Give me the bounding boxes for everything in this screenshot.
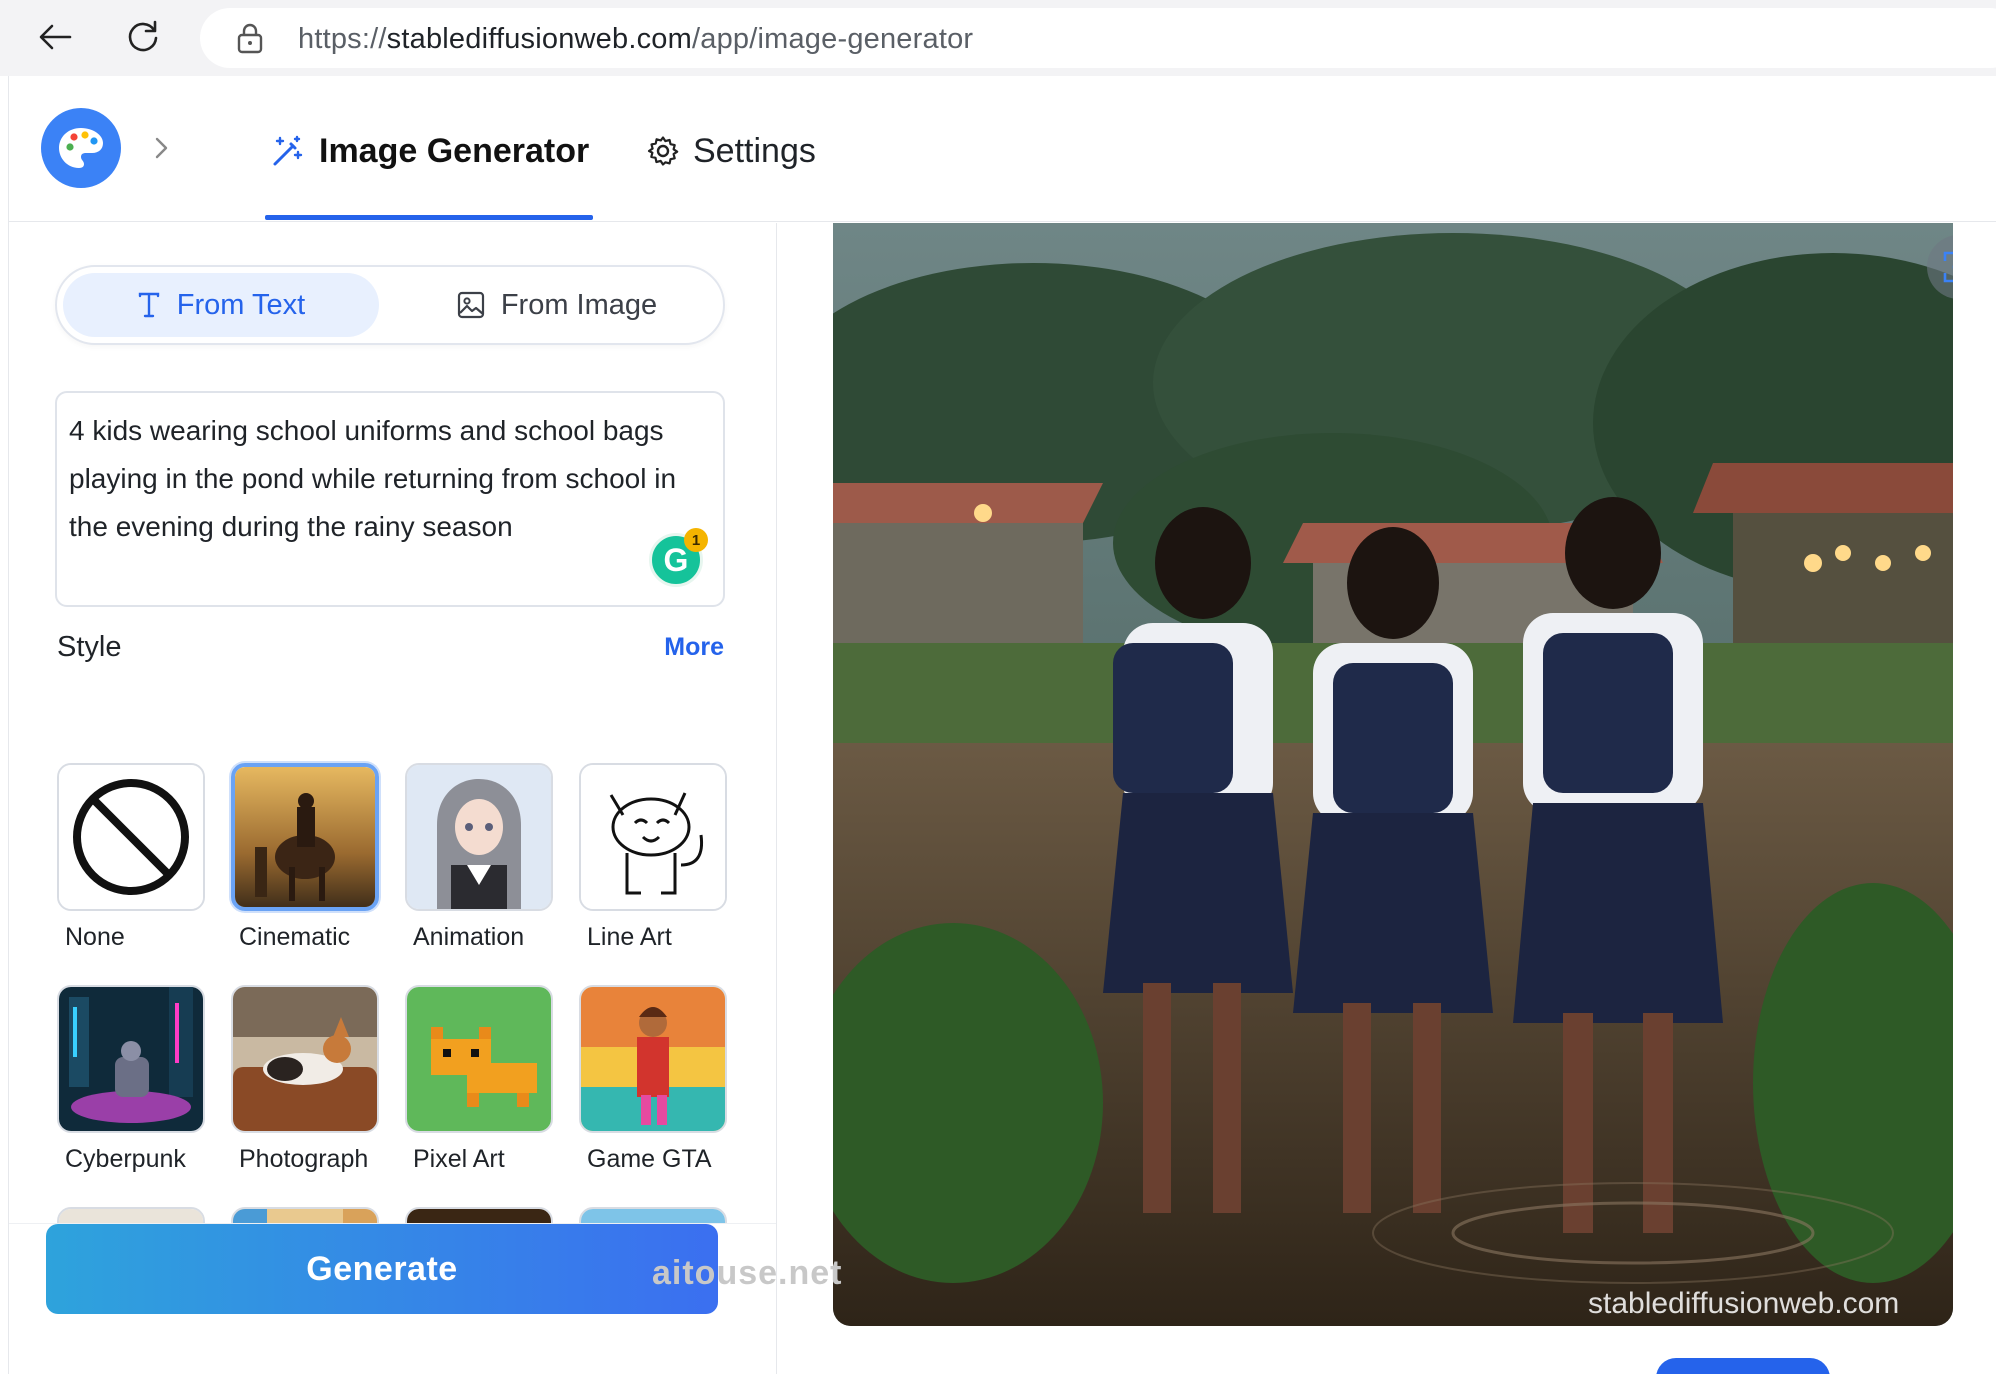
result-panel <box>778 223 1996 1374</box>
style-thumb-cinematic <box>231 763 379 911</box>
tab-settings-label: Settings <box>693 131 816 170</box>
style-name: Cinematic <box>239 923 351 951</box>
style-option-none[interactable]: None <box>57 763 205 952</box>
generated-image-scene <box>833 223 1953 1326</box>
style-thumb-cyberpunk <box>57 985 205 1133</box>
app-window: Image Generator Settings From Text From … <box>8 76 1996 1374</box>
gear-icon <box>647 136 679 166</box>
style-thumb-none <box>57 763 205 911</box>
tab-image-generator[interactable]: Image Generator <box>271 116 589 186</box>
from-text-label: From Text <box>176 288 306 321</box>
style-more-link[interactable]: More <box>664 633 724 662</box>
style-name: Game GTA <box>587 1145 712 1173</box>
cat-line-art-icon <box>581 765 725 909</box>
tab-image-generator-label: Image Generator <box>319 131 590 170</box>
reload-button[interactable] <box>118 12 168 62</box>
style-heading: Style <box>57 631 122 663</box>
reload-icon <box>128 20 158 52</box>
style-name: Cyberpunk <box>65 1145 186 1173</box>
action-button-partial[interactable] <box>1656 1358 1830 1374</box>
text-icon <box>138 292 159 318</box>
grammarly-icon: G <box>663 541 689 578</box>
style-option-line-art[interactable]: Line Art <box>579 763 727 952</box>
animation-thumbnail <box>407 765 551 909</box>
url-host: stablediffusionweb.com <box>386 23 692 55</box>
prohibited-icon <box>59 765 203 909</box>
app-logo[interactable] <box>41 108 121 188</box>
tab-settings[interactable]: Settings <box>647 116 816 186</box>
generate-button[interactable]: Generate <box>46 1224 718 1314</box>
style-name: Line Art <box>587 923 672 951</box>
cyberpunk-thumbnail <box>59 987 203 1131</box>
style-name: Photograph <box>239 1145 369 1173</box>
image-icon <box>457 291 484 319</box>
app-header: Image Generator Settings <box>9 76 1996 222</box>
style-thumb-line-art <box>579 763 727 911</box>
photograph-thumbnail <box>233 987 377 1131</box>
pixel-cat-thumbnail <box>407 987 551 1131</box>
palette-icon <box>59 128 103 168</box>
prompt-textarea[interactable]: 4 kids wearing school uniforms and schoo… <box>55 391 725 607</box>
lock-icon <box>237 23 263 54</box>
from-text-button[interactable]: From Text <box>63 273 379 337</box>
grammarly-button[interactable]: G 1 <box>649 528 708 587</box>
image-watermark: stablediffusionweb.com <box>1588 1287 1900 1320</box>
input-mode-switch: From Text From Image <box>55 265 725 345</box>
page-watermark: aitouse.net <box>652 1254 843 1292</box>
style-name: Pixel Art <box>413 1145 505 1173</box>
style-name: None <box>65 923 125 951</box>
magic-wand-icon <box>273 135 303 166</box>
style-thumb-animation <box>405 763 553 911</box>
from-image-button[interactable]: From Image <box>397 273 717 337</box>
style-option-animation[interactable]: Animation <box>405 763 553 952</box>
url-path: /app/image-generator <box>691 23 974 55</box>
generated-image[interactable] <box>833 223 1953 1326</box>
arrow-left-icon <box>39 24 72 50</box>
game-gta-thumbnail <box>581 987 725 1131</box>
url-scheme: https:// <box>298 23 387 55</box>
style-thumb-pixel-art <box>405 985 553 1133</box>
controls-panel: From Text From Image 4 kids wearing scho… <box>9 223 777 1374</box>
style-thumb-photograph <box>231 985 379 1133</box>
style-name: Animation <box>413 923 525 951</box>
address-bar[interactable]: https://stablediffusionweb.com/app/image… <box>200 8 1996 68</box>
style-option-cyberpunk[interactable]: Cyberpunk <box>57 985 205 1174</box>
style-option-photograph[interactable]: Photograph <box>231 985 379 1174</box>
active-tab-indicator <box>265 215 593 220</box>
chevron-right-icon <box>155 137 168 159</box>
focus-frame-icon <box>1943 251 1953 283</box>
style-option-cinematic[interactable]: Cinematic <box>231 763 379 952</box>
from-image-label: From Image <box>500 288 658 321</box>
style-option-game-gta[interactable]: Game GTA <box>579 985 727 1174</box>
browser-toolbar: https://stablediffusionweb.com/app/image… <box>0 0 1996 76</box>
url-text: https://stablediffusionweb.com/app/image… <box>298 23 973 56</box>
style-option-pixel-art[interactable]: Pixel Art <box>405 985 553 1174</box>
cinematic-thumbnail <box>235 767 375 907</box>
back-button[interactable] <box>30 12 80 62</box>
prompt-text: 4 kids wearing school uniforms and schoo… <box>69 415 677 542</box>
style-thumb-game-gta <box>579 985 727 1133</box>
grammarly-count-badge: 1 <box>684 528 708 552</box>
